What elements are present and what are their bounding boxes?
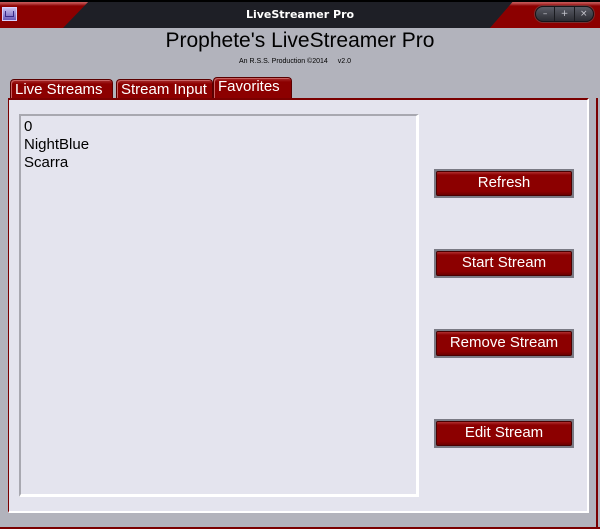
window-controls: – + × bbox=[535, 6, 594, 22]
maximize-button[interactable]: + bbox=[555, 7, 575, 21]
refresh-button[interactable]: Refresh bbox=[434, 169, 574, 198]
title-bar[interactable]: LiveStreamer Pro – + × bbox=[0, 0, 600, 28]
subtitle: An R.S.S. Production ©2014 v2.0 bbox=[0, 58, 590, 65]
start-stream-button[interactable]: Start Stream bbox=[434, 249, 574, 278]
close-button[interactable]: × bbox=[575, 7, 593, 21]
app-title: Prophete's LiveStreamer Pro bbox=[165, 29, 435, 52]
favorites-list[interactable]: 0 NightBlue Scarra bbox=[19, 114, 419, 497]
tab-stream-input[interactable]: Stream Input bbox=[116, 79, 213, 99]
remove-stream-button[interactable]: Remove Stream bbox=[434, 329, 574, 358]
list-item[interactable]: 0 bbox=[24, 118, 413, 136]
minimize-button[interactable]: – bbox=[536, 7, 556, 21]
tab-favorites[interactable]: Favorites bbox=[213, 77, 292, 100]
refresh-button-label: Refresh bbox=[436, 171, 572, 196]
version-label: v2.0 bbox=[337, 58, 352, 65]
tab-live-streams[interactable]: Live Streams bbox=[10, 79, 113, 99]
start-stream-button-label: Start Stream bbox=[436, 251, 572, 276]
edit-stream-button[interactable]: Edit Stream bbox=[434, 419, 574, 448]
list-item[interactable]: NightBlue bbox=[24, 136, 413, 154]
list-item[interactable]: Scarra bbox=[24, 154, 413, 172]
edit-stream-button-label: Edit Stream bbox=[436, 421, 572, 446]
remove-stream-button-label: Remove Stream bbox=[436, 331, 572, 356]
titlebar-top-border bbox=[0, 0, 600, 2]
window-title: LiveStreamer Pro bbox=[245, 8, 355, 21]
production-credit: An R.S.S. Production ©2014 bbox=[238, 58, 328, 65]
window-right-border bbox=[596, 98, 598, 529]
